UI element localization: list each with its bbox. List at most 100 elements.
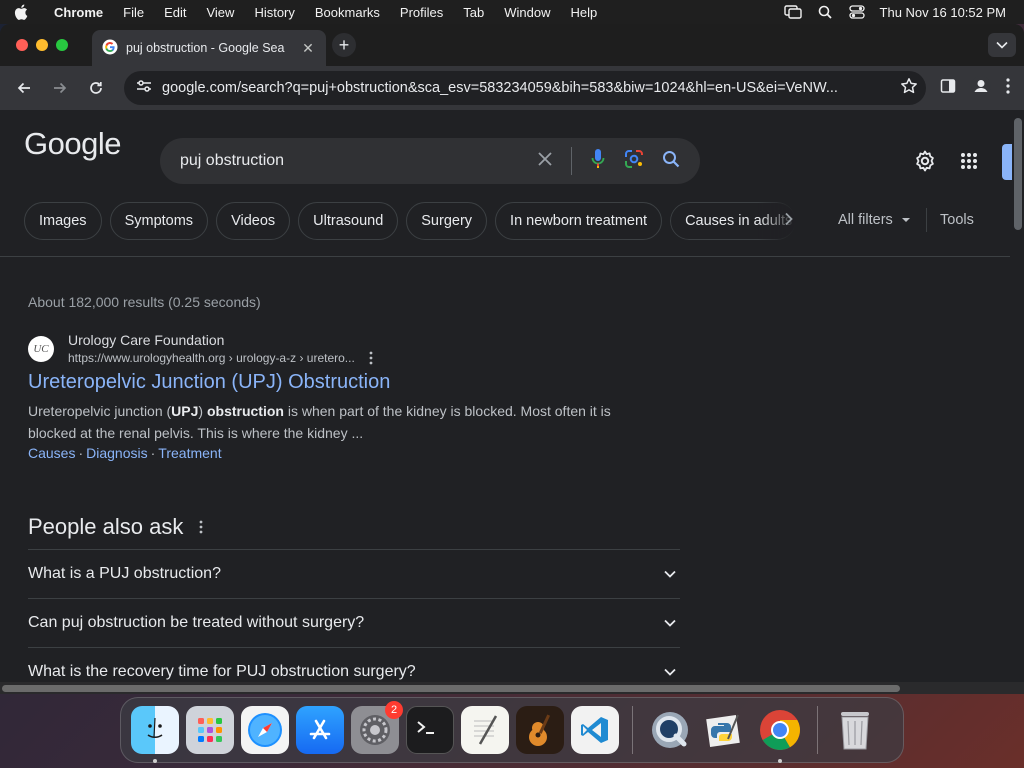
chevron-down-icon (664, 619, 676, 627)
garageband-icon[interactable] (516, 706, 564, 754)
reload-icon (90, 82, 102, 94)
snippet-part: Ureteropelvic junction ( (28, 403, 172, 419)
chevron-down-icon (996, 41, 1008, 49)
people-also-ask: People also ask What is a PUJ obstructio… (28, 514, 680, 694)
close-window-button[interactable] (16, 39, 28, 51)
search-box[interactable]: puj obstruction (160, 138, 700, 184)
screen-mirroring-icon[interactable] (783, 4, 802, 20)
paa-heading: People also ask (28, 514, 184, 539)
vertical-scrollbar-thumb[interactable] (1014, 118, 1022, 230)
bookmark-star-icon[interactable] (900, 77, 918, 99)
window-controls (16, 39, 68, 51)
paa-question-text: What is a PUJ obstruction? (28, 565, 221, 582)
zoom-window-button[interactable] (56, 39, 68, 51)
result-stats: About 182,000 results (0.25 seconds) (28, 294, 261, 310)
quicktime-icon[interactable] (646, 706, 694, 754)
chrome-menu-icon[interactable] (1006, 77, 1010, 99)
menu-history[interactable]: History (244, 5, 304, 20)
sitelink-causes[interactable]: Causes (28, 445, 75, 461)
search-input[interactable]: puj obstruction (180, 152, 537, 170)
tools-button[interactable]: Tools (940, 212, 974, 228)
search-submit-icon[interactable] (662, 150, 680, 173)
address-bar-url[interactable]: google.com/search?q=puj+obstruction&sca_… (162, 80, 900, 96)
close-tab-icon[interactable]: ✕ (300, 40, 316, 57)
safari-icon[interactable] (241, 706, 289, 754)
arrow-left-icon (17, 82, 30, 94)
google-logo[interactable]: Google (24, 126, 121, 162)
tab-search-button[interactable] (988, 33, 1016, 57)
snippet-part: ) (198, 403, 207, 419)
chips-scroll-right-icon[interactable] (784, 210, 794, 231)
chip-causes-in-adults[interactable]: Causes in adults (670, 202, 797, 240)
minimize-window-button[interactable] (36, 39, 48, 51)
account-avatar[interactable] (1002, 144, 1012, 180)
google-apps-icon[interactable] (960, 152, 978, 175)
chip-symptoms[interactable]: Symptoms (109, 202, 209, 240)
snippet-bold: obstruction (206, 403, 284, 419)
menu-help[interactable]: Help (561, 5, 608, 20)
clear-search-icon[interactable] (537, 151, 553, 172)
voice-search-icon[interactable] (590, 148, 606, 175)
result-site-name[interactable]: Urology Care Foundation (68, 332, 373, 348)
result-title-link[interactable]: Ureteropelvic Junction (UPJ) Obstruction (28, 371, 648, 394)
paa-question[interactable]: Can puj obstruction be treated without s… (28, 599, 680, 648)
menu-file[interactable]: File (113, 5, 154, 20)
horizontal-scrollbar[interactable] (0, 682, 1024, 694)
paa-question[interactable]: What is a PUJ obstruction? (28, 550, 680, 599)
search-results-page: Google puj obstruction Images Symptoms V… (0, 110, 1024, 694)
menu-view[interactable]: View (196, 5, 244, 20)
launchpad-icon[interactable] (186, 706, 234, 754)
spotlight-search-icon[interactable] (816, 4, 834, 20)
result-more-options-icon[interactable] (369, 351, 373, 365)
menu-tab[interactable]: Tab (453, 5, 494, 20)
result-sitelinks: Causes · Diagnosis · Treatment (28, 445, 222, 461)
chip-ultrasound[interactable]: Ultrasound (298, 202, 399, 240)
reload-button[interactable] (80, 72, 112, 104)
profile-avatar-icon[interactable] (970, 75, 992, 102)
tools-divider (926, 208, 927, 232)
address-bar[interactable]: google.com/search?q=puj+obstruction&sca_… (124, 71, 926, 105)
lens-search-icon[interactable] (624, 149, 644, 174)
menu-app-name[interactable]: Chrome (44, 5, 113, 20)
settings-gear-icon[interactable] (914, 150, 936, 177)
finder-icon[interactable] (131, 706, 179, 763)
python-launcher-icon[interactable] (701, 706, 749, 754)
result-source[interactable]: UC Urology Care Foundation https://www.u… (28, 332, 648, 365)
vscode-icon[interactable] (571, 706, 619, 754)
notification-badge: 2 (385, 701, 403, 719)
arrow-right-icon (54, 82, 67, 94)
menu-bookmarks[interactable]: Bookmarks (305, 5, 390, 20)
dock-separator (632, 706, 633, 754)
sitelink-treatment[interactable]: Treatment (158, 445, 221, 461)
apple-menu-icon[interactable] (14, 4, 36, 20)
side-panel-icon[interactable] (940, 78, 956, 99)
all-filters-button[interactable]: All filters (838, 212, 911, 228)
menubar-clock[interactable]: Thu Nov 16 10:52 PM (880, 5, 1006, 20)
paa-more-options-icon[interactable] (199, 520, 203, 534)
sitelink-diagnosis[interactable]: Diagnosis (86, 445, 147, 461)
forward-button[interactable] (44, 72, 76, 104)
chip-surgery[interactable]: Surgery (406, 202, 488, 240)
terminal-icon[interactable] (406, 706, 454, 754)
control-center-icon[interactable] (848, 4, 866, 20)
textedit-icon[interactable] (461, 706, 509, 754)
system-settings-icon[interactable]: 2 (351, 701, 403, 754)
google-favicon-icon (102, 39, 118, 58)
browser-toolbar: google.com/search?q=puj+obstruction&sca_… (0, 66, 1024, 110)
chip-images[interactable]: Images (24, 202, 102, 240)
chip-newborn-treatment[interactable]: In newborn treatment (495, 202, 663, 240)
chrome-app-icon[interactable] (756, 706, 804, 763)
chrome-window: puj obstruction - Google Sea ✕ + google.… (0, 24, 1024, 694)
result-cite-url[interactable]: https://www.urologyhealth.org › urology-… (68, 351, 355, 365)
new-tab-button[interactable]: + (332, 33, 356, 57)
menu-window[interactable]: Window (494, 5, 560, 20)
tab-active[interactable]: puj obstruction - Google Sea ✕ (92, 30, 326, 66)
site-settings-icon[interactable] (136, 79, 152, 97)
back-button[interactable] (8, 72, 40, 104)
trash-icon[interactable] (831, 706, 879, 754)
menu-edit[interactable]: Edit (154, 5, 196, 20)
menu-profiles[interactable]: Profiles (390, 5, 453, 20)
app-store-icon[interactable] (296, 706, 344, 754)
horizontal-scrollbar-thumb[interactable] (2, 685, 900, 692)
chip-videos[interactable]: Videos (216, 202, 291, 240)
